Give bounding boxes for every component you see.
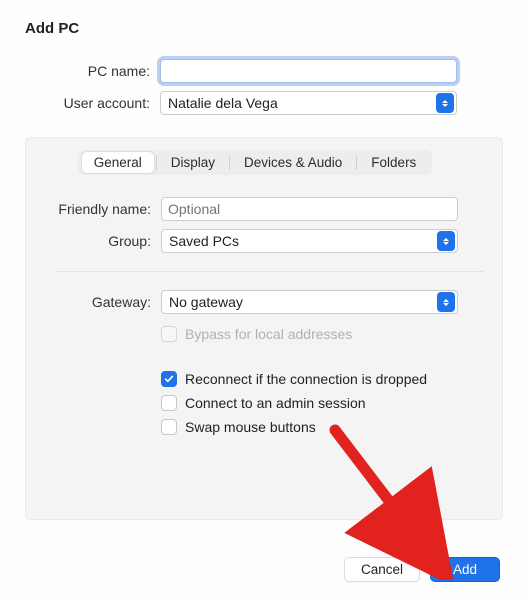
pc-name-input[interactable] <box>160 59 457 83</box>
reconnect-checkbox[interactable] <box>161 371 177 387</box>
add-button[interactable]: Add <box>430 557 500 582</box>
updown-arrows-icon <box>437 231 455 251</box>
tab-display[interactable]: Display <box>159 152 227 173</box>
updown-arrows-icon <box>437 292 455 312</box>
admin-checkbox-label: Connect to an admin session <box>185 395 366 411</box>
admin-checkbox[interactable] <box>161 395 177 411</box>
dialog-title: Add PC <box>25 20 503 37</box>
cancel-button[interactable]: Cancel <box>344 557 420 582</box>
bypass-checkbox <box>161 326 177 342</box>
bypass-checkbox-label: Bypass for local addresses <box>185 326 352 342</box>
tab-separator <box>229 156 230 170</box>
gateway-select[interactable]: No gateway <box>161 290 458 314</box>
user-account-select[interactable]: Natalie dela Vega <box>160 91 457 115</box>
swap-mouse-checkbox[interactable] <box>161 419 177 435</box>
divider <box>56 271 484 272</box>
group-label: Group: <box>26 233 161 249</box>
pc-name-label: PC name: <box>25 63 160 79</box>
tab-separator <box>356 156 357 170</box>
friendly-name-label: Friendly name: <box>26 201 161 217</box>
swap-mouse-checkbox-label: Swap mouse buttons <box>185 419 316 435</box>
reconnect-checkbox-label: Reconnect if the connection is dropped <box>185 371 427 387</box>
user-account-label: User account: <box>25 95 160 111</box>
gateway-value: No gateway <box>169 294 243 310</box>
group-value: Saved PCs <box>169 233 239 249</box>
group-select[interactable]: Saved PCs <box>161 229 458 253</box>
tab-separator <box>156 156 157 170</box>
updown-arrows-icon <box>436 93 454 113</box>
gateway-label: Gateway: <box>26 294 161 310</box>
tab-devices-audio[interactable]: Devices & Audio <box>232 152 354 173</box>
friendly-name-input[interactable] <box>161 197 458 221</box>
tab-general[interactable]: General <box>82 152 154 173</box>
tab-folders[interactable]: Folders <box>359 152 428 173</box>
settings-panel: General Display Devices & Audio Folders … <box>25 137 503 520</box>
tab-bar: General Display Devices & Audio Folders <box>78 150 433 175</box>
user-account-value: Natalie dela Vega <box>168 95 278 111</box>
